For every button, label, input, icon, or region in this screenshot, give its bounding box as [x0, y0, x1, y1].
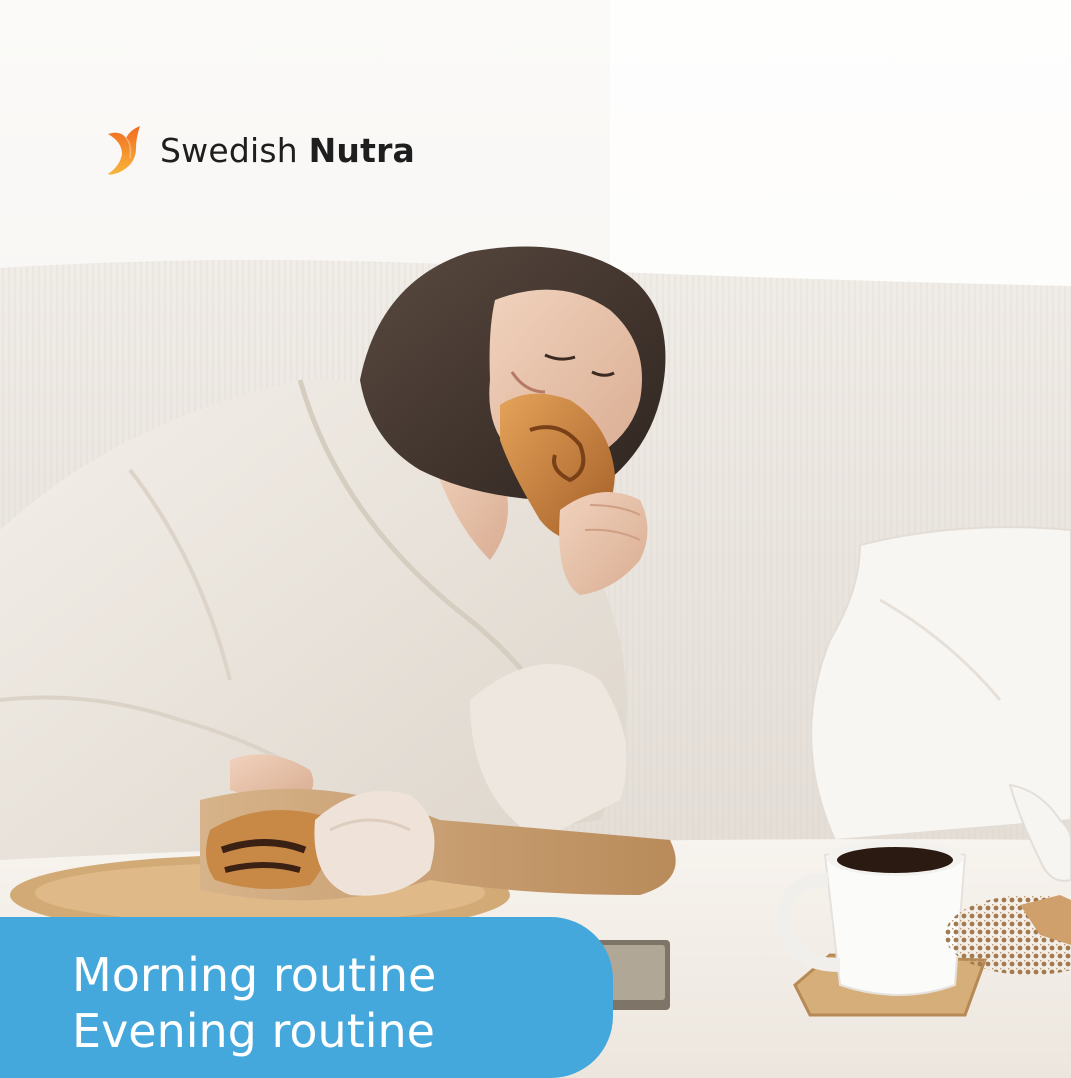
brand-name-bold: Nutra — [308, 130, 416, 170]
brand-logo: Swedish Nutra — [106, 122, 415, 178]
brand-name: Swedish Nutra — [160, 134, 415, 167]
coffee — [837, 847, 953, 873]
brand-name-regular: Swedish — [160, 130, 298, 170]
morning-routine-label: Morning routine — [72, 948, 437, 1002]
swallow-flame-icon — [108, 126, 140, 175]
evening-routine-label: Evening routine — [72, 1004, 435, 1058]
window-light — [610, 0, 1071, 300]
routine-banner: Morning routine Evening routine — [0, 917, 613, 1078]
